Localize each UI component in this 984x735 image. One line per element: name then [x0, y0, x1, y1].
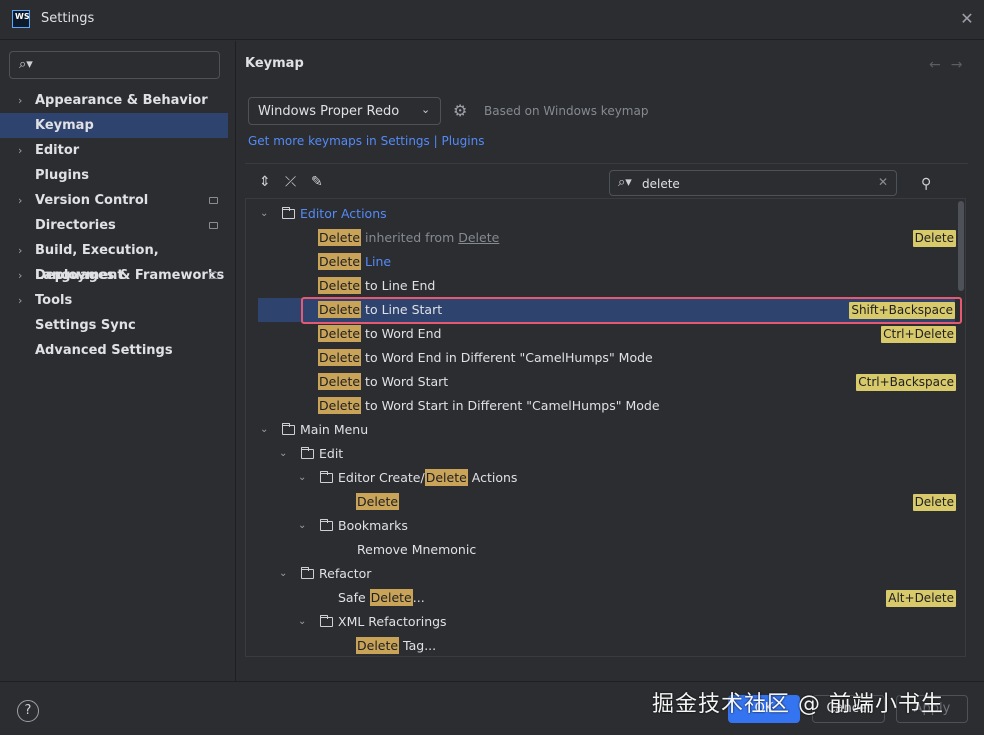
- chevron-right-icon: ›: [18, 94, 23, 107]
- project-level-icon: [209, 222, 218, 229]
- chevron-down-icon: ⌄: [279, 568, 288, 579]
- shortcut-badge: Delete: [912, 494, 956, 511]
- chevron-down-icon: ⌄: [298, 472, 307, 483]
- settings-sidebar: ⌕▾ › Appearance & Behavior Keymap › Editor…: [0, 41, 236, 681]
- webstorm-app-icon: WS: [12, 10, 30, 28]
- shortcut-badge: Delete: [912, 230, 956, 247]
- tree-row[interactable]: Delete to Word End Ctrl+Delete: [246, 322, 956, 346]
- sidebar-item-languages-frameworks[interactable]: › Languages & Frameworks: [0, 263, 236, 288]
- chevron-down-icon: ⌄: [298, 520, 307, 531]
- sidebar-item-directories[interactable]: Directories: [0, 213, 236, 238]
- shortcut-badge: Ctrl+Backspace: [856, 374, 956, 391]
- chevron-right-icon: ›: [18, 194, 23, 207]
- project-level-icon: [209, 272, 218, 279]
- keymap-select-value: Windows Proper Redo: [258, 104, 400, 119]
- sidebar-item-plugins[interactable]: Plugins: [0, 163, 236, 188]
- sidebar-item-tools[interactable]: › Tools: [0, 288, 236, 313]
- keymap-toolbar: ⇕ ⤫ ✎ ⌕▾ ✕ ⚲: [245, 163, 968, 197]
- tree-row[interactable]: Delete inherited from Delete Delete: [246, 226, 956, 250]
- shortcut-badge: Ctrl+Delete: [881, 326, 956, 343]
- keymap-tree: ⌄ Editor Actions Delete inherited from D…: [245, 198, 966, 657]
- action-filter-input[interactable]: [642, 175, 862, 192]
- back-arrow-icon[interactable]: ←: [929, 57, 951, 73]
- chevron-down-icon: ⌄: [298, 616, 307, 627]
- get-more-keymaps-link[interactable]: Get more keymaps in Settings | Plugins: [248, 134, 484, 148]
- folder-icon: [320, 615, 333, 627]
- tree-group-bookmarks[interactable]: ⌄ Bookmarks: [246, 514, 956, 538]
- tree-row[interactable]: Delete Tag...: [246, 634, 956, 656]
- tree-row[interactable]: Remove Mnemonic: [246, 538, 956, 562]
- sidebar-item-appearance-behavior[interactable]: › Appearance & Behavior: [0, 88, 236, 113]
- settings-search-input[interactable]: [40, 56, 210, 74]
- keymap-select[interactable]: Windows Proper Redo ⌄: [248, 97, 441, 125]
- find-by-shortcut-icon[interactable]: ⚲: [921, 176, 931, 192]
- tree-group-editor-actions[interactable]: ⌄ Editor Actions: [246, 202, 956, 226]
- shortcut-badge: Alt+Delete: [886, 590, 956, 607]
- tree-row[interactable]: Delete to Word Start Ctrl+Backspace: [246, 370, 956, 394]
- sidebar-item-version-control[interactable]: › Version Control: [0, 188, 236, 213]
- back-forward-arrows: ←→: [929, 57, 972, 73]
- tree-row[interactable]: Delete to Word Start in Different "Camel…: [246, 394, 956, 418]
- tree-group-refactor[interactable]: ⌄ Refactor: [246, 562, 956, 586]
- clear-icon[interactable]: ✕: [878, 175, 888, 189]
- tree-group-xml-refactorings[interactable]: ⌄ XML Refactorings: [246, 610, 956, 634]
- tree-row[interactable]: Delete to Word End in Different "CamelHu…: [246, 346, 956, 370]
- chevron-right-icon: ›: [18, 294, 23, 307]
- tree-row-selected[interactable]: Delete to Line Start Shift+Backspace: [258, 298, 955, 322]
- folder-icon: [301, 447, 314, 459]
- window-title: Settings: [41, 11, 95, 26]
- folder-icon: [282, 423, 295, 435]
- edit-shortcut-icon[interactable]: ✎: [311, 174, 323, 190]
- close-icon[interactable]: ✕: [958, 10, 976, 28]
- based-on-label: Based on Windows keymap: [484, 104, 649, 118]
- chevron-right-icon: ›: [18, 144, 23, 157]
- tree-row[interactable]: Delete Line: [246, 250, 956, 274]
- sidebar-item-build-execution-deployment[interactable]: › Build, Execution, Deployment: [0, 238, 236, 283]
- chevron-right-icon: ›: [18, 269, 23, 282]
- sidebar-item-editor[interactable]: › Editor: [0, 138, 236, 163]
- dialog-footer: ? OK Cancel Apply 掘金技术社区 @ 前端小书生: [0, 681, 984, 735]
- search-icon: ⌕▾: [618, 175, 632, 190]
- action-filter-box[interactable]: ⌕▾ ✕: [609, 170, 897, 196]
- tree-row[interactable]: Safe Delete... Alt+Delete: [246, 586, 956, 610]
- tree-scrollbar[interactable]: [958, 201, 964, 291]
- settings-search-box[interactable]: ⌕▾: [9, 51, 220, 79]
- project-level-icon: [209, 197, 218, 204]
- watermark: 掘金技术社区 @ 前端小书生: [652, 692, 944, 717]
- tree-row[interactable]: Delete Delete: [246, 490, 956, 514]
- forward-arrow-icon[interactable]: →: [951, 57, 973, 73]
- sidebar-item-advanced-settings[interactable]: Advanced Settings: [0, 338, 236, 363]
- folder-icon: [320, 471, 333, 483]
- tree-row[interactable]: Delete to Line End: [246, 274, 956, 298]
- chevron-down-icon: ⌄: [421, 103, 431, 116]
- chevron-right-icon: ›: [18, 244, 23, 257]
- tree-group-editor-create-delete-actions[interactable]: ⌄ Editor Create/Delete Actions: [246, 466, 956, 490]
- expand-all-icon[interactable]: ⇕: [259, 174, 271, 190]
- title-bar: WS Settings ✕: [0, 0, 984, 40]
- help-button[interactable]: ?: [17, 700, 39, 722]
- search-icon: ⌕▾: [19, 57, 33, 72]
- collapse-all-icon[interactable]: ⤫: [285, 174, 296, 190]
- page-title: Keymap: [245, 56, 304, 71]
- folder-icon: [282, 207, 295, 219]
- sidebar-item-keymap[interactable]: Keymap: [0, 113, 228, 138]
- tree-group-edit[interactable]: ⌄ Edit: [246, 442, 956, 466]
- gear-icon[interactable]: ⚙: [453, 101, 467, 120]
- chevron-down-icon: ⌄: [260, 208, 269, 219]
- shortcut-badge: Shift+Backspace: [849, 302, 955, 319]
- keymap-panel: Keymap ←→ Windows Proper Redo ⌄ ⚙ Based …: [237, 41, 984, 681]
- folder-icon: [301, 567, 314, 579]
- tree-group-main-menu[interactable]: ⌄ Main Menu: [246, 418, 956, 442]
- folder-icon: [320, 519, 333, 531]
- chevron-down-icon: ⌄: [260, 424, 269, 435]
- sidebar-item-settings-sync[interactable]: Settings Sync: [0, 313, 236, 338]
- settings-window: WS Settings ✕ ⌕▾ › Appearance & Behavior …: [0, 0, 984, 735]
- chevron-down-icon: ⌄: [279, 448, 288, 459]
- tree-item-label: Editor Actions: [300, 206, 387, 221]
